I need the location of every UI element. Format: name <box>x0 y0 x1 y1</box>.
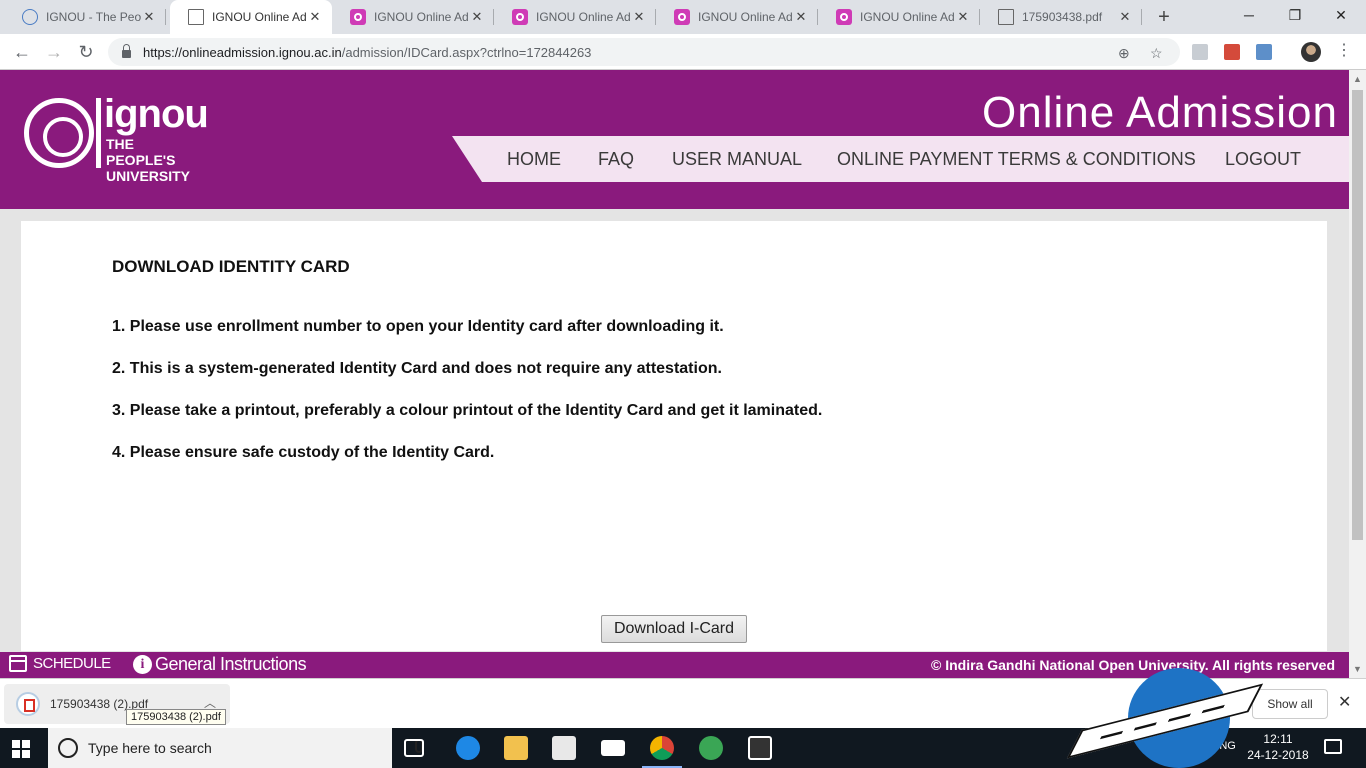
site-title: Online Admission <box>982 88 1338 137</box>
edge-browser-icon[interactable] <box>456 736 480 760</box>
clock-date: 24-12-2018 <box>1247 748 1309 762</box>
close-icon[interactable]: ✕ <box>1118 9 1132 25</box>
close-icon[interactable]: ✕ <box>1338 692 1351 712</box>
close-icon[interactable]: ✕ <box>956 9 970 25</box>
show-all-button[interactable]: Show all <box>1252 689 1328 719</box>
instruction-item: 4. Please ensure safe custody of the Ide… <box>112 444 495 461</box>
tab-title: IGNOU Online Ad <box>212 10 307 24</box>
forward-arrow-icon[interactable]: → <box>42 40 66 64</box>
taskbar-search-input[interactable]: Type here to search <box>48 728 423 768</box>
copyright-text: © Indira Gandhi National Open University… <box>931 657 1335 673</box>
ignou-favicon-icon <box>674 9 690 25</box>
new-tab-button[interactable]: + <box>1153 6 1175 28</box>
document-icon <box>188 9 204 25</box>
minimize-icon[interactable]: ─ <box>1226 0 1272 30</box>
site-header: ignou THE PEOPLE'S UNIVERSITY Online Adm… <box>0 70 1349 209</box>
close-icon[interactable]: ✕ <box>632 9 646 25</box>
schedule-link[interactable]: SCHEDULE <box>9 655 111 672</box>
action-center-icon[interactable] <box>1324 739 1342 754</box>
calendar-icon <box>9 655 27 672</box>
tab-title: IGNOU Online Ad <box>860 10 955 24</box>
windows-start-icon[interactable] <box>12 740 30 758</box>
download-icard-button[interactable]: Download I-Card <box>601 615 747 643</box>
tab-ignou-peoples[interactable]: IGNOU - The Peo ✕ <box>4 0 166 34</box>
search-placeholder: Type here to search <box>88 740 212 756</box>
instruction-item: 2. This is a system-generated Identity C… <box>112 360 722 377</box>
site-footer: SCHEDULE i General Instructions © Indira… <box>0 652 1349 678</box>
logo-tagline: THE PEOPLE'S UNIVERSITY <box>106 136 191 184</box>
url-path: /admission/IDCard.aspx?ctrlno=172844263 <box>341 44 592 60</box>
bookmark-star-icon[interactable]: ☆ <box>1150 45 1163 62</box>
ignou-favicon-icon <box>350 9 366 25</box>
file-explorer-icon[interactable] <box>504 736 528 760</box>
restore-icon[interactable]: ❐ <box>1272 0 1318 30</box>
tab-pdf-file[interactable]: 175903438.pdf ✕ <box>980 0 1142 34</box>
nav-faq[interactable]: FAQ <box>598 149 634 170</box>
profile-avatar[interactable] <box>1301 42 1321 62</box>
ignou-favicon-icon <box>836 9 852 25</box>
tab-ignou-online-admission[interactable]: IGNOU Online Ad ✕ <box>656 0 818 34</box>
page-scrollbar[interactable]: ▲ ▼ <box>1349 70 1366 678</box>
browser-toolbar: ← → ↻ https://onlineadmission.ignou.ac.i… <box>0 34 1366 70</box>
close-icon[interactable]: ✕ <box>794 9 808 25</box>
general-instructions-link[interactable]: i General Instructions <box>133 654 307 675</box>
system-clock[interactable]: 12:11 24-12-2018 <box>1246 731 1310 763</box>
file-tooltip: 175903438 (2).pdf <box>126 709 226 725</box>
chrome-icon[interactable] <box>650 736 674 760</box>
instruction-item: 3. Please take a printout, preferably a … <box>112 402 823 419</box>
window-close-icon[interactable]: ✕ <box>1318 0 1364 30</box>
info-icon: i <box>133 655 152 674</box>
page-title: DOWNLOAD IDENTITY CARD <box>112 257 350 276</box>
close-icon[interactable]: ✕ <box>308 9 322 25</box>
tab-ignou-online-admission[interactable]: IGNOU Online Ad ✕ <box>494 0 656 34</box>
content-panel: DOWNLOAD IDENTITY CARD 1. Please use enr… <box>21 221 1327 651</box>
address-bar[interactable]: https://onlineadmission.ignou.ac.in /adm… <box>108 38 1180 66</box>
cortana-icon <box>58 738 78 758</box>
pdf-file-icon <box>16 692 40 716</box>
nav-user-manual[interactable]: USER MANUAL <box>672 149 802 170</box>
task-view-icon[interactable] <box>404 739 424 757</box>
back-arrow-icon[interactable]: ← <box>10 40 34 64</box>
store-icon[interactable] <box>552 736 576 760</box>
menu-kebab-icon[interactable]: ⋮ <box>1336 40 1352 60</box>
tab-title: IGNOU Online Ad <box>374 10 469 24</box>
ignou-logo-icon <box>24 98 94 168</box>
nav-payment-terms[interactable]: ONLINE PAYMENT TERMS & CONDITIONS <box>837 149 1196 170</box>
document-icon <box>998 9 1014 25</box>
nav-home[interactable]: HOME <box>507 149 561 170</box>
mail-icon[interactable] <box>601 740 625 756</box>
scroll-down-icon[interactable]: ▼ <box>1353 664 1362 674</box>
tab-ignou-online-admission[interactable]: IGNOU Online Ad ✕ <box>332 0 494 34</box>
tab-ignou-online-admission[interactable]: IGNOU Online Ad ✕ <box>818 0 980 34</box>
lock-icon <box>122 44 131 58</box>
tab-title: IGNOU - The Peo <box>46 10 142 24</box>
clock-time: 12:11 <box>1263 732 1293 746</box>
tab-ignou-online-admission-active[interactable]: IGNOU Online Ad ✕ <box>170 0 332 34</box>
logo-name: ignou <box>104 92 209 136</box>
browser-tab-strip: IGNOU - The Peo ✕ IGNOU Online Ad ✕ IGNO… <box>0 0 1366 34</box>
page-viewport: ignou THE PEOPLE'S UNIVERSITY Online Adm… <box>0 70 1349 678</box>
photos-icon[interactable] <box>748 736 772 760</box>
ignou-favicon-icon <box>512 9 528 25</box>
instruction-item: 1. Please use enrollment number to open … <box>112 318 724 335</box>
screen-extension-icon[interactable] <box>1256 44 1272 60</box>
schedule-label: SCHEDULE <box>33 655 111 672</box>
tab-title: IGNOU Online Ad <box>698 10 793 24</box>
zoom-icon[interactable]: ⊕ <box>1118 45 1130 62</box>
extension-icon[interactable] <box>1192 44 1208 60</box>
scroll-thumb[interactable] <box>1352 90 1363 540</box>
scroll-up-icon[interactable]: ▲ <box>1353 74 1362 84</box>
url-host: https://onlineadmission.ignou.ac.in <box>143 44 342 60</box>
tab-title: 175903438.pdf <box>1022 10 1103 24</box>
main-nav: HOME FAQ USER MANUAL ONLINE PAYMENT TERM… <box>452 136 1349 182</box>
tab-title: IGNOU Online Ad <box>536 10 631 24</box>
close-icon[interactable]: ✕ <box>470 9 484 25</box>
close-icon[interactable]: ✕ <box>142 9 156 25</box>
pdf-extension-icon[interactable] <box>1224 44 1240 60</box>
nav-logout[interactable]: LOGOUT <box>1225 149 1301 170</box>
reload-icon[interactable]: ↻ <box>74 40 98 64</box>
utorrent-icon[interactable] <box>699 736 723 760</box>
globe-icon <box>22 9 38 25</box>
general-instructions-label: General Instructions <box>155 654 307 674</box>
